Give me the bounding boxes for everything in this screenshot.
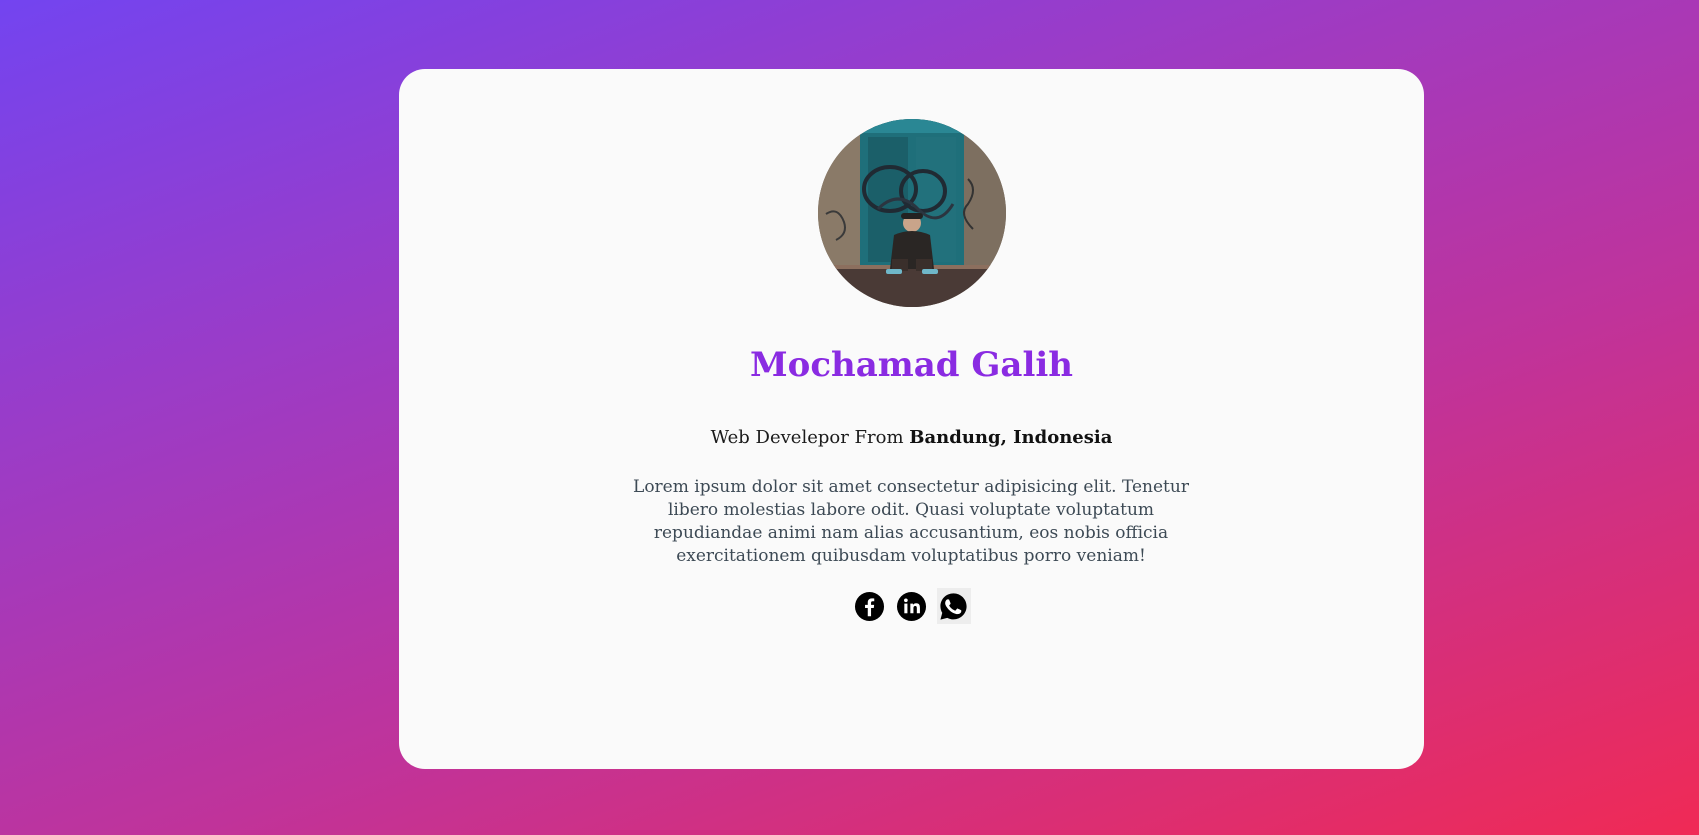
profile-bio: Lorem ipsum dolor sit amet consectetur a… (633, 477, 1189, 566)
whatsapp-link[interactable] (936, 588, 971, 624)
whatsapp-icon (940, 592, 967, 620)
avatar-photo (818, 119, 1006, 307)
social-links (399, 588, 1424, 624)
tagline-prefix: Web Develepor From (710, 427, 910, 448)
profile-card: Mochamad Galih Web Develepor From Bandun… (399, 69, 1424, 769)
tagline-location: Bandung, Indonesia (909, 427, 1113, 448)
profile-avatar (818, 119, 1006, 307)
linkedin-icon (896, 591, 927, 621)
facebook-icon (854, 591, 885, 621)
profile-tagline: Web Develepor From Bandung, Indonesia (399, 427, 1424, 448)
profile-name: Mochamad Galih (750, 345, 1073, 385)
linkedin-link[interactable] (895, 588, 929, 624)
facebook-link[interactable] (853, 588, 887, 624)
